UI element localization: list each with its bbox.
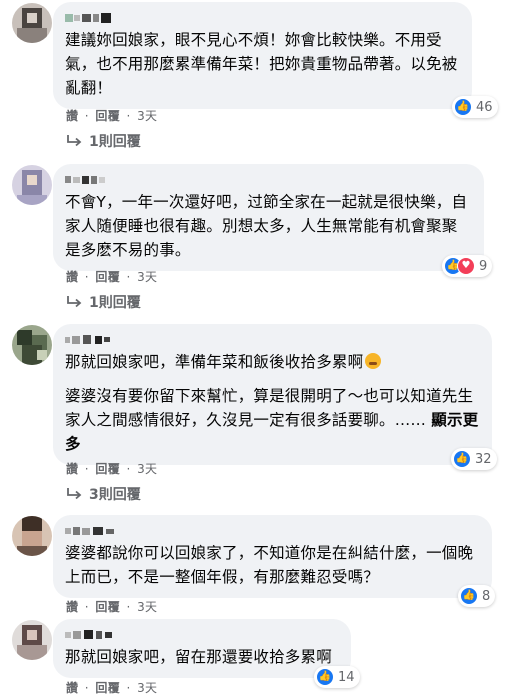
- avatar-pixelated-image: [12, 516, 52, 556]
- reply-arrow-icon: [67, 135, 82, 147]
- tired-face-emoji-icon: [365, 353, 382, 369]
- pixelated-name: [65, 13, 111, 23]
- comment-text: 那就回娘家吧，留在那還要收拾多累啊: [65, 648, 332, 666]
- reply-link[interactable]: 回覆: [95, 270, 120, 284]
- comment-text-more: 婆婆沒有要你留下來幫忙，算是很開明了～也可以知道先生家人之間感情很好，久沒見一定…: [65, 387, 479, 453]
- reaction-count: 9: [479, 258, 488, 274]
- view-replies-link[interactable]: 1則回覆: [66, 292, 141, 312]
- pixelated-name: [65, 335, 110, 344]
- comment-actions: 讚 · 回覆 · 3天: [66, 681, 158, 695]
- avatar-pixelated-image: [12, 620, 52, 660]
- comment-timestamp[interactable]: 3天: [137, 681, 157, 695]
- like-reaction-icon: 👍: [316, 668, 334, 686]
- comment-text: 婆婆都說你可以回娘家了，不知道你是在糾結什麼，一個晚上而已，不是一整個年假，有那…: [65, 544, 474, 586]
- comment-bubble: 不會Y，一年一次還好吧，过節全家在一起就是很快樂，自家人随便睡也很有趣。別想太多…: [53, 164, 484, 271]
- pixelated-name: [65, 176, 105, 184]
- pixelated-name: [65, 527, 114, 535]
- like-reaction-icon: 👍: [454, 98, 472, 116]
- view-replies-link[interactable]: 1則回覆: [66, 131, 141, 151]
- reply-link[interactable]: 回覆: [95, 681, 120, 695]
- avatar[interactable]: [12, 620, 52, 660]
- avatar-pixelated-image: [12, 325, 52, 365]
- comment-actions: 讚 · 回覆 · 3天: [66, 109, 158, 123]
- avatar[interactable]: [12, 325, 52, 365]
- like-reaction-icon: 👍: [453, 450, 471, 468]
- reply-link[interactable]: 回覆: [95, 600, 120, 614]
- comment-timestamp[interactable]: 3天: [137, 462, 157, 476]
- comment-timestamp[interactable]: 3天: [137, 109, 157, 123]
- reply-arrow-icon: [67, 488, 82, 500]
- reply-link[interactable]: 回覆: [95, 462, 120, 476]
- comment-actions: 讚 · 回覆 · 3天: [66, 462, 158, 476]
- comment-bubble: 建議妳回娘家，眼不見心不煩！妳會比較快樂。不用受氣，也不用那麼累準備年菜！把妳貴…: [53, 2, 472, 109]
- avatar[interactable]: [12, 165, 52, 205]
- comment-bubble: 那就回娘家吧，準備年菜和飯後收拾多累啊 婆婆沒有要你留下來幫忙，算是很開明了～也…: [53, 324, 492, 465]
- reply-arrow-icon: [67, 296, 82, 308]
- replies-count-label: 1則回覆: [89, 134, 141, 150]
- reaction-count: 14: [338, 669, 355, 685]
- avatar[interactable]: [12, 516, 52, 556]
- comment-actions: 讚 · 回覆 · 3天: [66, 600, 158, 614]
- avatar[interactable]: [12, 3, 52, 43]
- comment-bubble: 婆婆都說你可以回娘家了，不知道你是在糾結什麼，一個晚上而已，不是一整個年假，有那…: [53, 515, 492, 598]
- comment-text: 那就回娘家吧，準備年菜和飯後收拾多累啊: [65, 350, 480, 374]
- like-link[interactable]: 讚: [66, 600, 78, 614]
- replies-count-label: 3則回覆: [89, 487, 141, 503]
- view-replies-link[interactable]: 3則回覆: [66, 484, 141, 504]
- reaction-summary[interactable]: 👍 8: [458, 585, 496, 607]
- reaction-summary[interactable]: 👍 32: [451, 448, 497, 470]
- reaction-summary[interactable]: 👍 46: [452, 96, 498, 118]
- commenter-name-blurred[interactable]: [65, 172, 472, 188]
- avatar-pixelated-image: [12, 165, 52, 205]
- like-reaction-icon: 👍: [460, 587, 478, 605]
- reaction-summary[interactable]: 👍 14: [314, 666, 360, 688]
- reaction-count: 46: [476, 99, 493, 115]
- like-link[interactable]: 讚: [66, 681, 78, 695]
- avatar-pixelated-image: [12, 3, 52, 43]
- commenter-name-blurred[interactable]: [65, 332, 480, 348]
- commenter-name-blurred[interactable]: [65, 627, 339, 643]
- comment-actions: 讚 · 回覆 · 3天: [66, 270, 158, 284]
- commenter-name-blurred[interactable]: [65, 10, 460, 26]
- comment-timestamp[interactable]: 3天: [137, 270, 157, 284]
- replies-count-label: 1則回覆: [89, 295, 141, 311]
- like-link[interactable]: 讚: [66, 270, 78, 284]
- like-link[interactable]: 讚: [66, 109, 78, 123]
- comment-text: 不會Y，一年一次還好吧，过節全家在一起就是很快樂，自家人随便睡也很有趣。別想太多…: [65, 193, 468, 259]
- reaction-count: 8: [482, 588, 491, 604]
- pixelated-name: [65, 630, 112, 639]
- reply-link[interactable]: 回覆: [95, 109, 120, 123]
- reaction-count: 32: [475, 451, 492, 467]
- reaction-summary[interactable]: 👍 ♥ 9: [442, 255, 493, 277]
- comment-text: 建議妳回娘家，眼不見心不煩！妳會比較快樂。不用受氣，也不用那麼累準備年菜！把妳貴…: [65, 31, 458, 97]
- comment-timestamp[interactable]: 3天: [137, 600, 157, 614]
- like-link[interactable]: 讚: [66, 462, 78, 476]
- commenter-name-blurred[interactable]: [65, 523, 480, 539]
- comment-bubble: 那就回娘家吧，留在那還要收拾多累啊: [53, 619, 351, 678]
- love-reaction-icon: ♥: [457, 257, 475, 275]
